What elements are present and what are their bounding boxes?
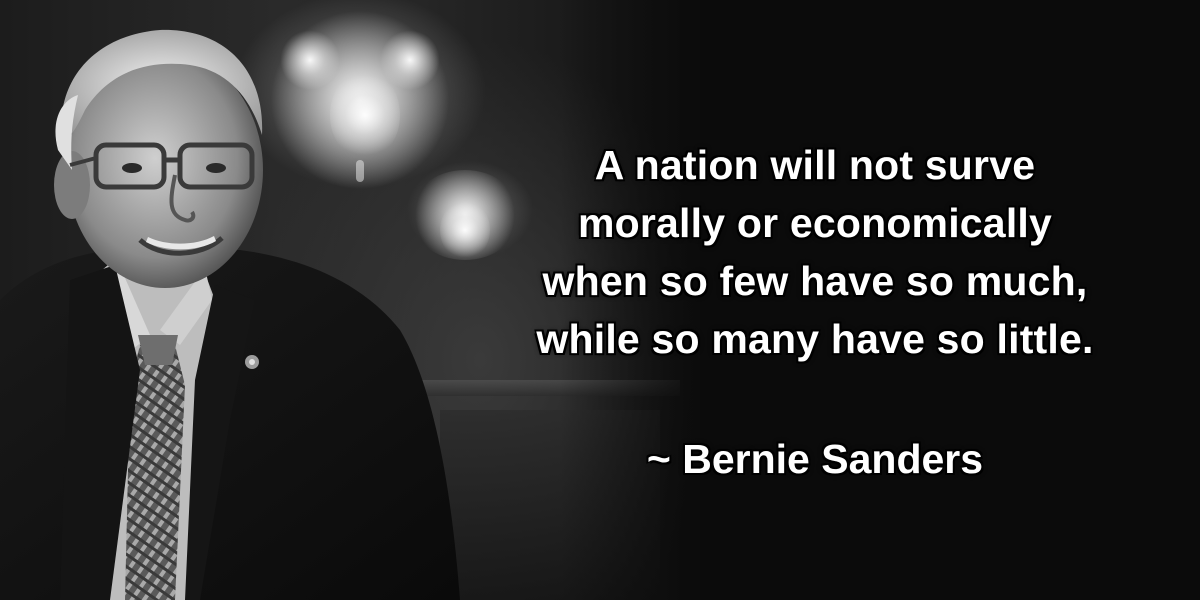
quote-line: A nation will not surve xyxy=(594,142,1036,188)
quote-line: morally or economically xyxy=(578,200,1052,246)
quote-attribution: ~ Bernie Sanders xyxy=(646,436,984,482)
quote-image: A nation will not surve morally or econo… xyxy=(0,0,1200,600)
portrait-figure xyxy=(0,0,470,600)
quote-line: when so few have so much, xyxy=(542,258,1088,304)
quote-text: A nation will not surve morally or econo… xyxy=(470,136,1160,368)
quote-line: while so many have so little. xyxy=(536,316,1094,362)
